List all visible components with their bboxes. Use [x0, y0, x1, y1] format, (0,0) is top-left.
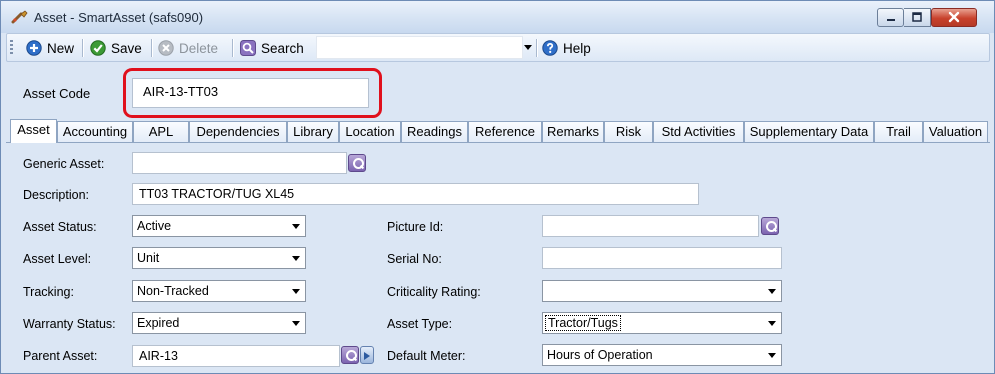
tab-asset[interactable]: Asset	[10, 119, 57, 143]
help-label: Help	[563, 40, 591, 56]
asset-window: Asset - SmartAsset (safs090) New Save De…	[0, 0, 995, 374]
toolbar: New Save Delete Search Help	[6, 33, 990, 62]
toolbar-separator	[151, 39, 152, 57]
tab-risk[interactable]: Risk	[604, 121, 653, 142]
asset-code-label: Asset Code	[23, 86, 91, 101]
tracking-label: Tracking:	[23, 285, 74, 299]
search-button[interactable]: Search	[240, 38, 304, 58]
serial-no-label: Serial No:	[387, 252, 442, 266]
toolbar-separator	[536, 39, 537, 57]
asset-level-value: Unit	[137, 251, 160, 265]
toolbar-grip	[10, 40, 13, 56]
save-label: Save	[111, 40, 142, 56]
picture-id-input[interactable]	[542, 215, 759, 237]
warranty-status-label: Warranty Status:	[23, 317, 116, 331]
checkmark-circle-icon	[90, 40, 106, 56]
maximize-button[interactable]	[904, 8, 931, 27]
title-bar: Asset - SmartAsset (safs090)	[1, 1, 994, 33]
tab-dependencies[interactable]: Dependencies	[189, 121, 287, 142]
toolbar-separator	[82, 39, 83, 57]
question-circle-icon	[542, 40, 558, 56]
chevron-down-icon	[292, 256, 300, 261]
generic-asset-input[interactable]	[132, 152, 347, 174]
default-meter-value: Hours of Operation	[547, 348, 653, 362]
asset-status-label: Asset Status:	[23, 220, 97, 234]
asset-status-value: Active	[137, 219, 172, 233]
window-title: Asset - SmartAsset (safs090)	[34, 10, 204, 25]
search-label: Search	[261, 40, 304, 56]
close-button[interactable]	[931, 8, 977, 27]
chevron-down-icon	[292, 289, 300, 294]
lookup-magnifier-icon[interactable]	[761, 217, 779, 235]
toolbar-separator	[232, 39, 233, 57]
chevron-down-icon	[768, 353, 776, 358]
default-meter-label: Default Meter:	[387, 349, 466, 363]
tab-reference[interactable]: Reference	[468, 121, 542, 142]
new-button[interactable]: New	[26, 38, 74, 58]
x-circle-icon	[158, 40, 174, 56]
chevron-down-icon	[292, 224, 300, 229]
asset-type-select[interactable]: Tractor/Tugs	[542, 312, 782, 334]
tab-location[interactable]: Location	[339, 121, 401, 142]
lookup-magnifier-icon[interactable]	[341, 346, 359, 364]
minimize-icon	[886, 19, 895, 21]
tab-supplementary-data[interactable]: Supplementary Data	[744, 121, 874, 142]
search-dropdown-input[interactable]	[316, 36, 523, 59]
criticality-rating-label: Criticality Rating:	[387, 285, 481, 299]
picture-id-label: Picture Id:	[387, 220, 444, 234]
parent-asset-label: Parent Asset:	[23, 349, 98, 363]
maximize-icon	[912, 12, 922, 22]
warranty-status-value: Expired	[137, 316, 180, 330]
tab-remarks[interactable]: Remarks	[542, 121, 604, 142]
tab-strip: Asset Accounting APL Dependencies Librar…	[6, 119, 990, 143]
minimize-button[interactable]	[877, 8, 904, 27]
lookup-magnifier-icon[interactable]	[348, 154, 366, 172]
tracking-select[interactable]: Non-Tracked	[132, 280, 306, 302]
new-label: New	[47, 40, 75, 56]
tab-library[interactable]: Library	[287, 121, 339, 142]
delete-button[interactable]: Delete	[158, 38, 218, 58]
description-label: Description:	[23, 188, 89, 202]
tracking-value: Non-Tracked	[137, 284, 209, 298]
highlight-annotation	[123, 68, 382, 118]
tab-accounting[interactable]: Accounting	[57, 121, 133, 142]
chevron-down-icon	[768, 321, 776, 326]
delete-label: Delete	[179, 40, 219, 56]
description-input[interactable]: TT03 TRACTOR/TUG XL45	[132, 183, 699, 205]
save-button[interactable]: Save	[90, 38, 142, 58]
default-meter-select[interactable]: Hours of Operation	[542, 344, 782, 366]
criticality-rating-select[interactable]	[542, 280, 782, 302]
asset-type-label: Asset Type:	[387, 317, 453, 331]
warranty-status-select[interactable]: Expired	[132, 312, 306, 334]
tab-apl[interactable]: APL	[133, 121, 189, 142]
plus-circle-icon	[26, 40, 42, 56]
asset-level-label: Asset Level:	[23, 252, 92, 266]
chevron-down-icon	[768, 289, 776, 294]
asset-type-value: Tractor/Tugs	[545, 315, 621, 331]
wrench-app-icon	[11, 10, 28, 24]
generic-asset-label: Generic Asset:	[23, 157, 105, 171]
tab-readings[interactable]: Readings	[401, 121, 468, 142]
serial-no-input[interactable]	[542, 247, 782, 269]
chevron-down-icon	[292, 321, 300, 326]
chevron-down-icon[interactable]	[524, 45, 532, 50]
magnifier-icon	[240, 40, 256, 56]
asset-level-select[interactable]: Unit	[132, 247, 306, 269]
tab-std-activities[interactable]: Std Activities	[653, 121, 744, 142]
asset-status-select[interactable]: Active	[132, 215, 306, 237]
help-button[interactable]: Help	[542, 38, 591, 58]
tab-valuation[interactable]: Valuation	[923, 121, 988, 142]
close-icon	[948, 11, 960, 23]
tab-trail[interactable]: Trail	[874, 121, 923, 142]
goto-arrow-icon[interactable]	[360, 346, 374, 364]
parent-asset-input[interactable]: AIR-13	[132, 345, 340, 367]
